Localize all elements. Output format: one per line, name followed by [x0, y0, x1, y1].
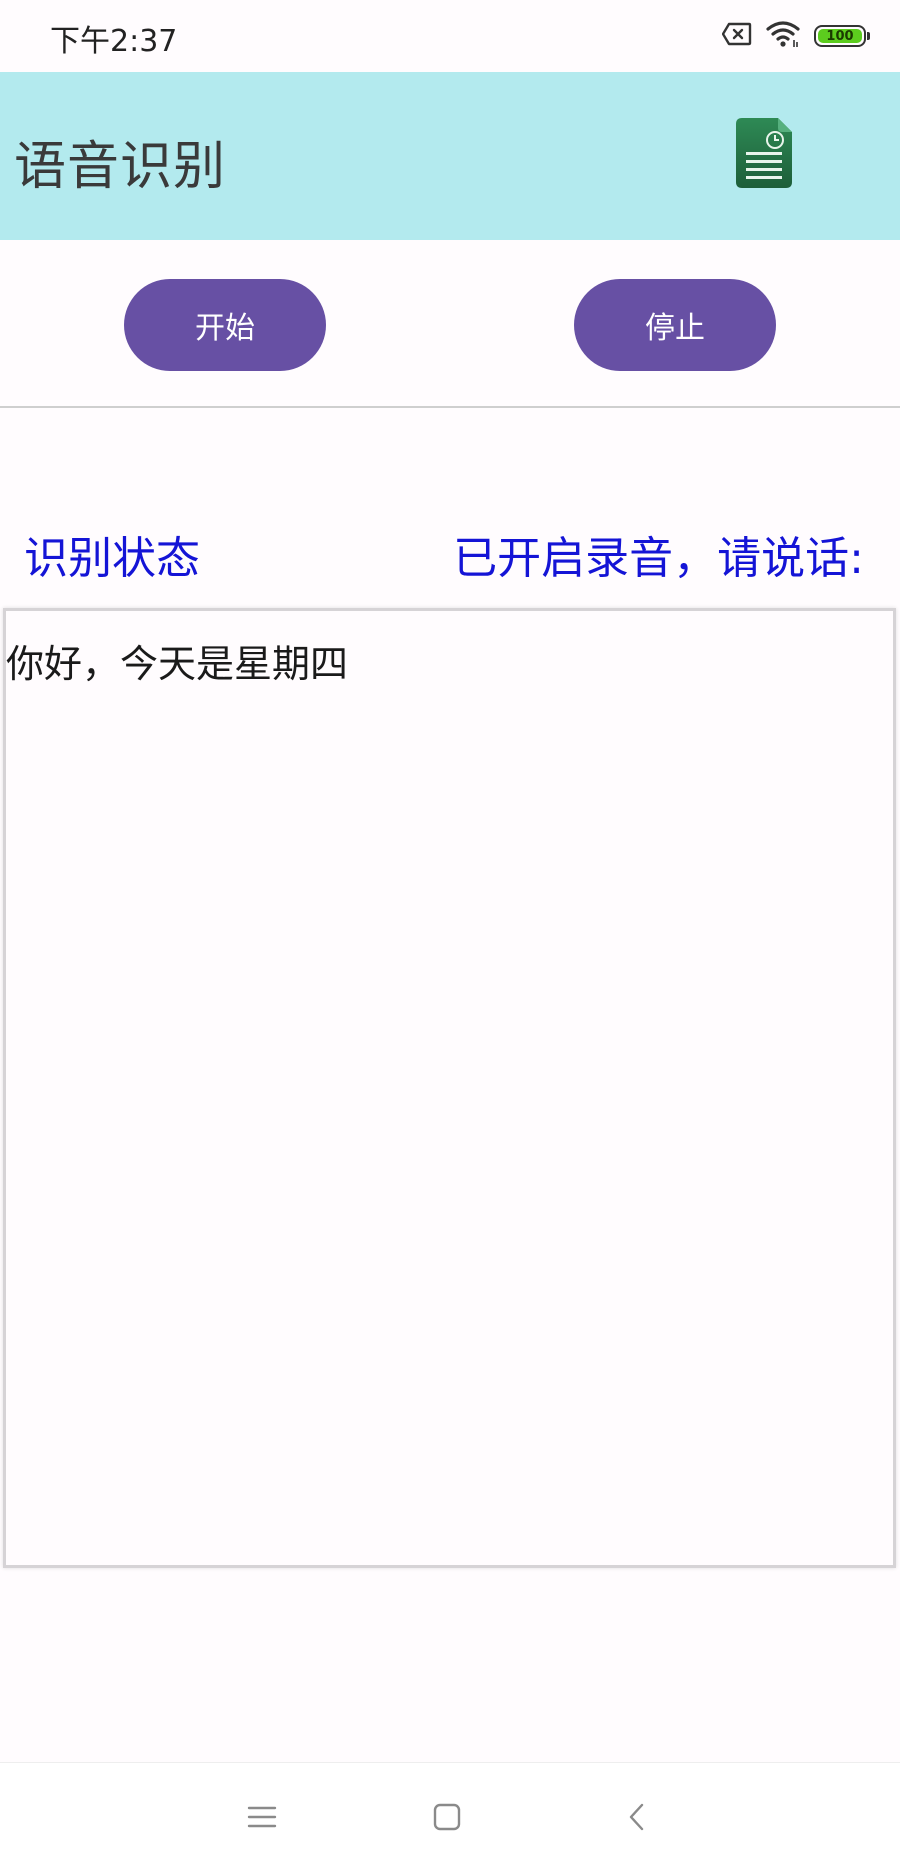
app-title: 语音识别 [14, 137, 227, 197]
divider [0, 406, 900, 408]
result-text: 你好，今天是星期四 [6, 642, 349, 686]
navigation-bar [0, 1762, 900, 1870]
status-bar: 下午2:37 100 [0, 0, 900, 72]
recognition-status-label: 识别状态 [24, 533, 200, 584]
battery-icon: 100 [814, 25, 870, 47]
result-text-area[interactable]: 你好，今天是星期四 [3, 608, 896, 1568]
start-button[interactable]: 开始 [124, 279, 326, 371]
stop-button[interactable]: 停止 [574, 279, 776, 371]
screen: 下午2:37 100 语音识别 开始 停止 识别状态 已开启录音，请说话: 你好… [0, 0, 900, 1870]
battery-level: 100 [818, 29, 862, 44]
sim-disabled-icon [721, 22, 752, 50]
status-time: 下午2:37 [50, 24, 178, 59]
status-icons: 100 [721, 20, 870, 52]
app-bar: 语音识别 [0, 72, 900, 240]
back-icon[interactable] [613, 1793, 661, 1841]
home-icon[interactable] [423, 1793, 471, 1841]
wifi-icon [766, 20, 800, 52]
menu-icon[interactable] [238, 1793, 286, 1841]
recognition-status-value: 已开启录音，请说话: [453, 533, 864, 584]
document-clock-icon[interactable] [736, 118, 792, 188]
